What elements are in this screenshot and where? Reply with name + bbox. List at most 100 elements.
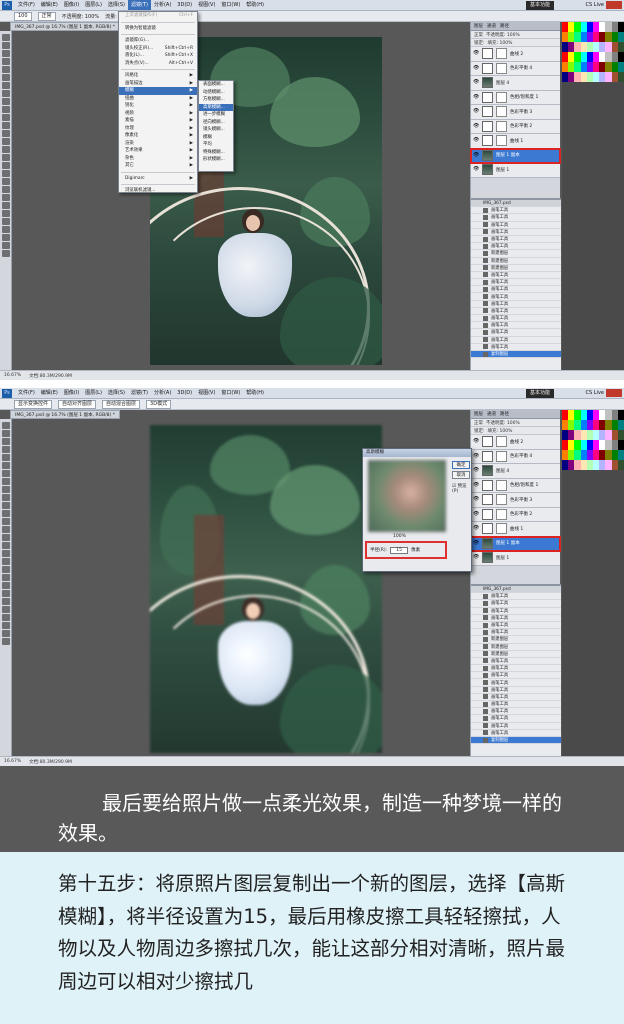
filter-menu-item[interactable]: 浏览联机滤镜... (119, 187, 197, 195)
eye-icon[interactable]: 👁 (473, 152, 479, 158)
layer-row[interactable]: 👁 图层 4 (471, 76, 560, 91)
tool-icon-16[interactable] (1, 550, 10, 557)
tool-icon-8[interactable] (1, 486, 10, 493)
blur-submenu-item[interactable]: 特殊模糊... (199, 149, 233, 157)
filter-menu-item[interactable]: 素描 ▶ (119, 117, 197, 125)
history-item[interactable]: 画笔工具 (471, 730, 561, 737)
history-item[interactable]: 画笔工具 (471, 665, 561, 673)
window-controls-2[interactable] (606, 389, 622, 397)
option-button-2[interactable]: 自动混合图层 (102, 399, 141, 409)
document-tab[interactable]: IMG_367.psd @ 16.7% (图层 1 副本, RGB/8) * (10, 22, 120, 31)
history-item[interactable]: 画笔工具 (471, 243, 561, 251)
history-item[interactable]: 画笔工具 (471, 222, 561, 229)
tool-icon-5[interactable] (1, 462, 10, 469)
eye-icon[interactable]: 👁 (473, 123, 479, 129)
tool-icon-26[interactable] (1, 630, 10, 637)
eye-icon[interactable]: 👁 (473, 51, 479, 56)
tool-icon-11[interactable] (1, 122, 10, 129)
history-item[interactable]: 新建图层 (471, 258, 561, 265)
tool-icon-8[interactable] (1, 98, 10, 105)
filter-menu-item[interactable]: 扭曲 ▶ (119, 95, 197, 103)
history-item[interactable]: 复制图层 (471, 350, 561, 359)
workspace-button[interactable]: 基本功能 (525, 1, 554, 10)
menu-item-4[interactable]: 选择(S) (105, 0, 128, 10)
tool-icon-17[interactable] (1, 170, 10, 177)
history-item[interactable]: 画笔工具 (471, 207, 561, 215)
swatch-59[interactable] (617, 460, 624, 470)
eye-icon[interactable]: 👁 (473, 439, 479, 444)
layer-row[interactable]: 👁 色彩平衡 2 (471, 119, 560, 134)
ok-button[interactable]: 确定 (452, 461, 470, 469)
filter-menu-item[interactable]: 其它 ▶ (119, 162, 197, 170)
layer-row[interactable]: 👁 图层 1 副本 (470, 147, 561, 164)
filter-menu-item[interactable]: 转换为智能滤镜 (119, 25, 197, 33)
filter-menu-item[interactable]: 镜头校正(R)... Shift+Ctrl+R (119, 45, 197, 53)
history-item[interactable]: 新建图层 (471, 250, 561, 258)
eye-icon[interactable]: 👁 (473, 511, 479, 517)
menu-item-4[interactable]: 选择(S) (105, 388, 128, 398)
history-item[interactable]: 画笔工具 (471, 622, 561, 630)
mode-select[interactable]: 正常 (37, 11, 56, 21)
layer-row[interactable]: 👁 曲线 2 (471, 435, 560, 450)
history-item[interactable]: 画笔工具 (471, 236, 561, 244)
eye-icon[interactable]: 👁 (473, 468, 479, 473)
filter-menu-item[interactable]: 杂色 ▶ (119, 155, 197, 163)
eye-icon[interactable]: 👁 (473, 65, 479, 71)
eye-icon[interactable]: 👁 (473, 109, 479, 114)
menu-item-8[interactable]: 视图(V) (195, 0, 218, 10)
cs-live-button-2[interactable]: CS Live (586, 389, 604, 398)
tool-icon-16[interactable] (1, 162, 10, 169)
tool-icon-12[interactable] (1, 130, 10, 137)
eye-icon[interactable]: 👁 (473, 555, 479, 560)
history-item[interactable]: 画笔工具 (471, 679, 561, 687)
menu-item-1[interactable]: 编辑(E) (38, 0, 61, 10)
tool-icon-3[interactable] (1, 446, 10, 453)
swatches-panel-2[interactable] (562, 410, 624, 470)
tool-icon-17[interactable] (1, 558, 10, 565)
history-item[interactable]: 画笔工具 (471, 593, 561, 601)
eye-icon[interactable]: 👁 (473, 80, 479, 85)
history-item[interactable]: 画笔工具 (471, 301, 561, 308)
brush-size-field[interactable]: 100 (14, 11, 32, 21)
swatch-29[interactable] (617, 430, 624, 440)
history-item[interactable]: 画笔工具 (471, 329, 561, 337)
filter-menu-item[interactable]: 艺术效果 ▶ (119, 147, 197, 155)
swatch-19[interactable] (617, 32, 624, 42)
tool-icon-20[interactable] (1, 582, 10, 589)
tool-icon-3[interactable] (1, 58, 10, 65)
cancel-button[interactable]: 取消 (452, 471, 470, 479)
preview-zoom[interactable]: 100% (393, 534, 406, 539)
swatch-39[interactable] (617, 440, 624, 450)
menu-item-1[interactable]: 编辑(E) (38, 388, 61, 398)
history-item[interactable]: 画笔工具 (471, 694, 561, 701)
tool-icon-23[interactable] (1, 606, 10, 613)
radius-input[interactable]: 15 (390, 546, 409, 554)
filter-menu-item[interactable]: 像素化 ▶ (119, 132, 197, 140)
layer-row[interactable]: 👁 色彩平衡 3 (471, 105, 560, 120)
menu-item-5[interactable]: 滤镜(T) (128, 0, 151, 10)
menu-item-3[interactable]: 图层(L) (82, 0, 105, 10)
blur-submenu-item[interactable]: 径向模糊... (199, 119, 233, 127)
tool-icon-10[interactable] (1, 502, 10, 509)
swatch-29[interactable] (617, 42, 624, 52)
menu-item-3[interactable]: 图层(L) (82, 388, 105, 398)
blur-submenu-item[interactable]: 形状模糊... (199, 156, 233, 164)
menu-item-6[interactable]: 分析(A) (151, 0, 174, 10)
tool-icon-10[interactable] (1, 114, 10, 121)
tool-icon-15[interactable] (1, 542, 10, 549)
menu-item-10[interactable]: 帮助(H) (243, 388, 267, 398)
tool-icon-24[interactable] (1, 226, 10, 233)
history-item[interactable]: 画笔工具 (471, 279, 561, 287)
filter-menu-item[interactable]: 消失点(V)... Alt+Ctrl+V (119, 60, 197, 68)
layer-row[interactable]: 👁 曲线 1 (471, 522, 560, 537)
history-item[interactable]: 新建图层 (471, 644, 561, 651)
swatch-59[interactable] (617, 72, 624, 82)
eye-icon[interactable]: 👁 (473, 540, 479, 546)
history-item[interactable]: 新建图层 (471, 636, 561, 644)
filter-menu-item[interactable]: 视频 ▶ (119, 110, 197, 118)
eye-icon[interactable]: 👁 (473, 167, 479, 172)
tool-icon-6[interactable] (1, 82, 10, 89)
tool-icon-19[interactable] (1, 574, 10, 581)
filter-menu-item[interactable]: 锐化 ▶ (119, 102, 197, 110)
swatch-49[interactable] (617, 450, 624, 460)
